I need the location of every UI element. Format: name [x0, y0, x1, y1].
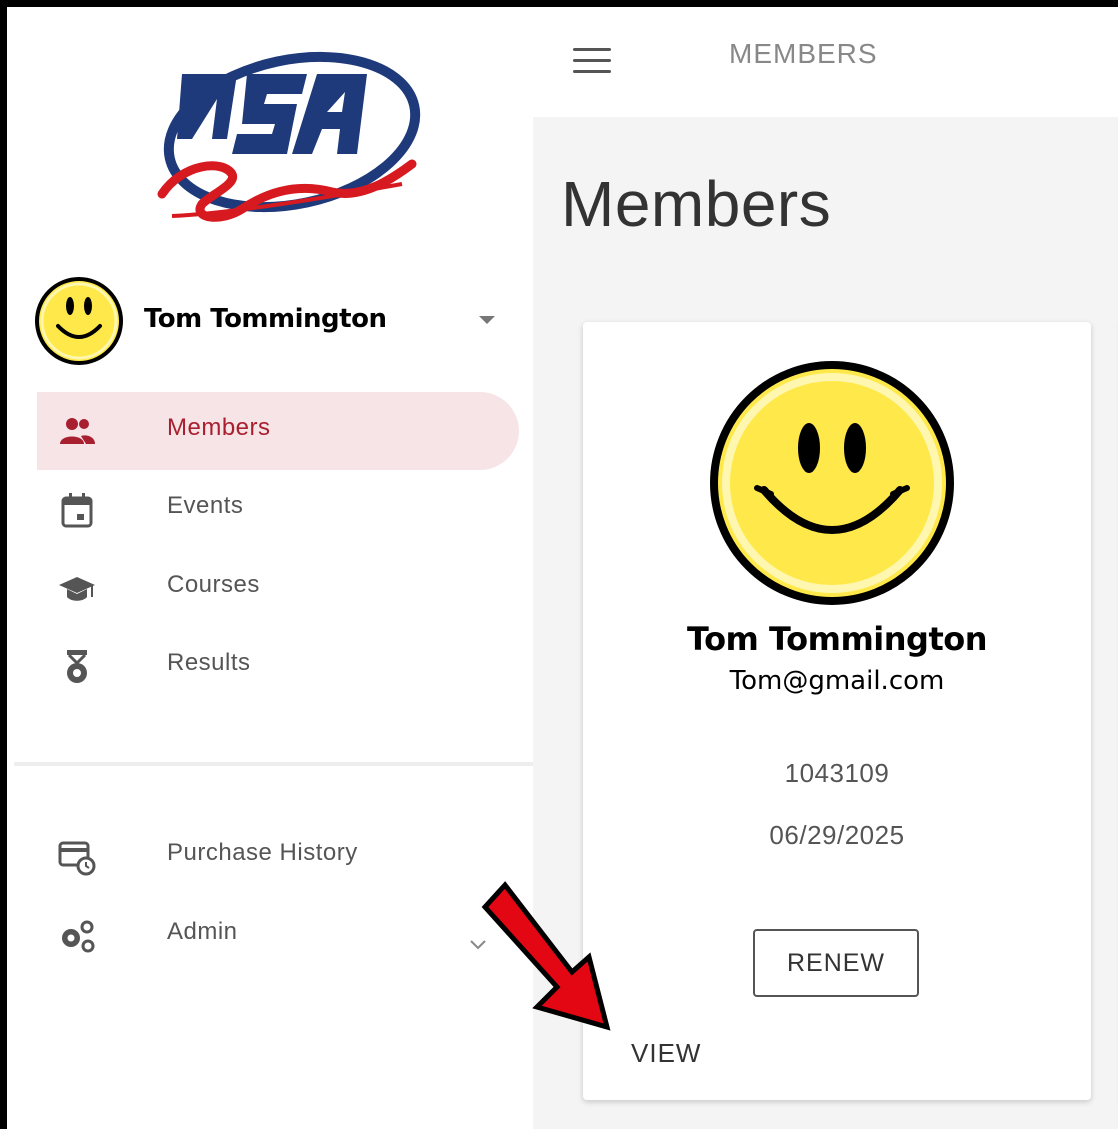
- sidebar-item-courses[interactable]: Courses: [37, 549, 519, 627]
- user-name: Tom Tommington: [144, 304, 387, 334]
- red-arrow-icon: [481, 881, 611, 1031]
- medal-icon: [67, 650, 87, 683]
- view-button[interactable]: VIEW: [631, 1038, 701, 1069]
- gears-icon: [62, 920, 95, 953]
- graduation-cap-icon: [59, 577, 95, 601]
- sidebar: Tom Tommington Members Events Courses Re…: [14, 14, 533, 1129]
- screenshot-frame: Tom Tommington Members Events Courses Re…: [0, 0, 1118, 1129]
- sidebar-item-results[interactable]: Results: [37, 627, 519, 705]
- group-icon: [60, 418, 95, 444]
- usa-shooting-logo: [157, 51, 421, 222]
- sidebar-item-purchase-history[interactable]: Purchase History: [37, 817, 519, 895]
- member-name: Tom Tommington: [686, 620, 988, 658]
- member-id: 1043109: [784, 758, 890, 788]
- sidebar-item-label: Events: [167, 492, 244, 519]
- sidebar-item-events[interactable]: Events: [37, 470, 519, 548]
- renew-button[interactable]: RENEW: [753, 929, 919, 997]
- card-history-icon: [58, 841, 96, 876]
- sidebar-item-members[interactable]: Members: [37, 392, 519, 470]
- membership-expiration: 06/29/2025: [769, 820, 905, 850]
- user-menu[interactable]: Tom Tommington: [34, 276, 514, 372]
- avatar: [35, 277, 123, 365]
- sidebar-item-label: Admin: [167, 918, 238, 945]
- sidebar-item-label: Results: [167, 649, 251, 676]
- calendar-icon: [61, 493, 93, 528]
- topbar-title: MEMBERS: [729, 38, 878, 69]
- member-avatar: [710, 361, 954, 605]
- sidebar-item-admin[interactable]: Admin: [37, 896, 519, 974]
- member-email: Tom@gmail.com: [729, 666, 945, 696]
- sidebar-item-label: Members: [167, 414, 271, 441]
- top-app-bar: MEMBERS: [533, 14, 1118, 118]
- page-title: Members: [561, 168, 832, 240]
- sidebar-divider: [14, 762, 533, 766]
- sidebar-item-label: Courses: [167, 571, 260, 598]
- member-card: Tom Tommington Tom@gmail.com 1043109 06/…: [583, 322, 1091, 1100]
- sidebar-item-label: Purchase History: [167, 839, 358, 866]
- caret-down-icon[interactable]: [479, 316, 495, 324]
- menu-icon[interactable]: [573, 48, 611, 74]
